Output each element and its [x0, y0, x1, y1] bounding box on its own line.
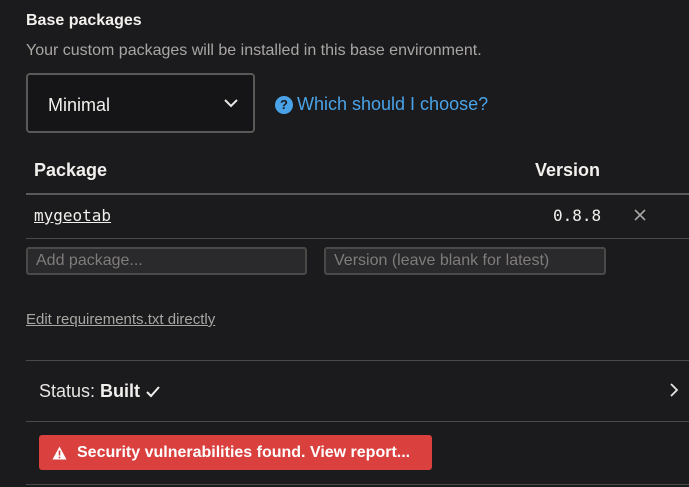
- add-package-input[interactable]: [26, 247, 307, 275]
- chevron-right-icon: [670, 383, 679, 397]
- status-row[interactable]: Status: Built: [26, 361, 689, 421]
- row-divider: [26, 238, 689, 239]
- add-version-input[interactable]: [324, 247, 606, 275]
- base-environment-select[interactable]: Minimal: [26, 73, 255, 133]
- column-header-version: Version: [535, 160, 601, 180]
- section-description: Your custom packages will be installed i…: [26, 42, 482, 59]
- warning-icon: [52, 446, 67, 459]
- status-value: Built: [100, 381, 141, 401]
- security-alert-button[interactable]: Security vulnerabilities found. View rep…: [39, 435, 432, 470]
- header-divider: [26, 193, 689, 195]
- base-packages-panel: Base packages Your custom packages will …: [0, 0, 689, 487]
- help-link[interactable]: ? Which should I choose?: [275, 94, 488, 115]
- section-title: Base packages: [26, 12, 142, 29]
- edit-requirements-link[interactable]: Edit requirements.txt directly: [26, 311, 215, 328]
- check-icon: [146, 385, 160, 397]
- package-version: 0.8.8: [553, 206, 602, 225]
- close-icon[interactable]: [632, 207, 648, 223]
- status-bottom-divider: [26, 421, 689, 422]
- status-text: Status: Built: [39, 381, 161, 402]
- column-header-package: Package: [34, 160, 108, 180]
- help-link-label: Which should I choose?: [297, 94, 489, 114]
- bottom-divider: [26, 484, 689, 485]
- alert-text: Security vulnerabilities found. View rep…: [77, 443, 411, 461]
- status-label: Status:: [39, 381, 96, 401]
- chevron-down-icon: [224, 99, 238, 108]
- select-value: Minimal: [48, 95, 111, 115]
- package-name-link[interactable]: mygeotab: [34, 206, 111, 225]
- question-icon: ?: [275, 95, 293, 114]
